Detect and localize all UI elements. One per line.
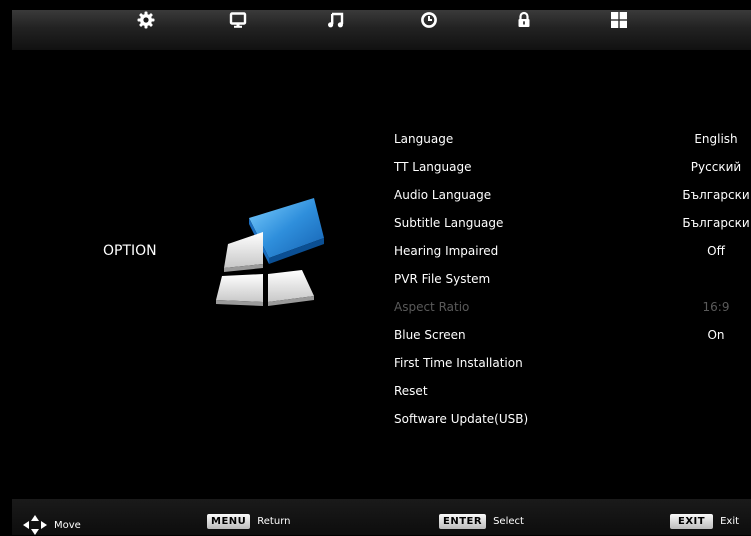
menu-key[interactable]: MENU — [207, 514, 251, 529]
menu-item-label: Blue Screen — [394, 328, 466, 342]
menu-item-value: Off — [707, 244, 725, 258]
option-tiles-icon — [216, 198, 324, 306]
gear-icon[interactable] — [136, 10, 156, 30]
select-hint: ENTER Select — [439, 514, 524, 529]
menu-item-pvr-file-system[interactable]: PVR File System — [394, 272, 751, 294]
menu-item-hearing-impaired[interactable]: Hearing Impaired Off — [394, 244, 751, 266]
arrows-icon — [23, 515, 47, 535]
exit-hint: EXIT Exit — [670, 514, 739, 529]
lock-icon[interactable] — [514, 10, 534, 30]
move-label: Move — [54, 519, 81, 531]
move-hint: Move — [22, 514, 81, 536]
enter-key[interactable]: ENTER — [439, 514, 487, 529]
menu-item-blue-screen[interactable]: Blue Screen On — [394, 328, 751, 350]
menu-item-label: TT Language — [394, 160, 472, 174]
footer-hint-bar — [12, 499, 751, 535]
menu-item-label: Audio Language — [394, 188, 492, 202]
menu-item-software-update[interactable]: Software Update(USB) — [394, 412, 751, 434]
exit-label: Exit — [720, 516, 740, 527]
menu-item-language[interactable]: Language English — [394, 132, 751, 154]
menu-item-label: Hearing Impaired — [394, 244, 499, 258]
return-hint: MENU Return — [207, 514, 290, 529]
menu-item-value: Български — [682, 188, 750, 202]
menu-item-label: Reset — [394, 384, 428, 398]
clock-icon[interactable] — [419, 10, 439, 30]
menu-item-subtitle-language[interactable]: Subtitle Language Български — [394, 216, 751, 238]
return-label: Return — [257, 516, 291, 527]
menu-item-value: 16:9 — [702, 300, 730, 314]
exit-key[interactable]: EXIT — [670, 514, 714, 529]
menu-item-first-time-installation[interactable]: First Time Installation — [394, 356, 751, 378]
top-menu-bar — [12, 10, 751, 50]
monitor-icon[interactable] — [228, 10, 248, 30]
menu-item-reset[interactable]: Reset — [394, 384, 751, 406]
menu-item-label: PVR File System — [394, 272, 491, 286]
menu-item-value: Български — [682, 216, 750, 230]
grid-icon[interactable] — [609, 10, 629, 30]
menu-item-value: Русский — [690, 160, 742, 174]
menu-item-tt-language[interactable]: TT Language Русский — [394, 160, 751, 182]
section-title: OPTION — [103, 243, 157, 259]
menu-item-label: Subtitle Language — [394, 216, 504, 230]
menu-item-value: English — [694, 132, 738, 146]
music-note-icon[interactable] — [326, 10, 346, 30]
menu-item-label: Aspect Ratio — [394, 300, 470, 314]
menu-item-label: Language — [394, 132, 454, 146]
menu-item-aspect-ratio: Aspect Ratio 16:9 — [394, 300, 751, 322]
menu-item-audio-language[interactable]: Audio Language Български — [394, 188, 751, 210]
menu-item-label: Software Update(USB) — [394, 412, 529, 426]
menu-item-value: On — [707, 328, 725, 342]
menu-item-label: First Time Installation — [394, 356, 523, 370]
select-label: Select — [493, 516, 524, 527]
